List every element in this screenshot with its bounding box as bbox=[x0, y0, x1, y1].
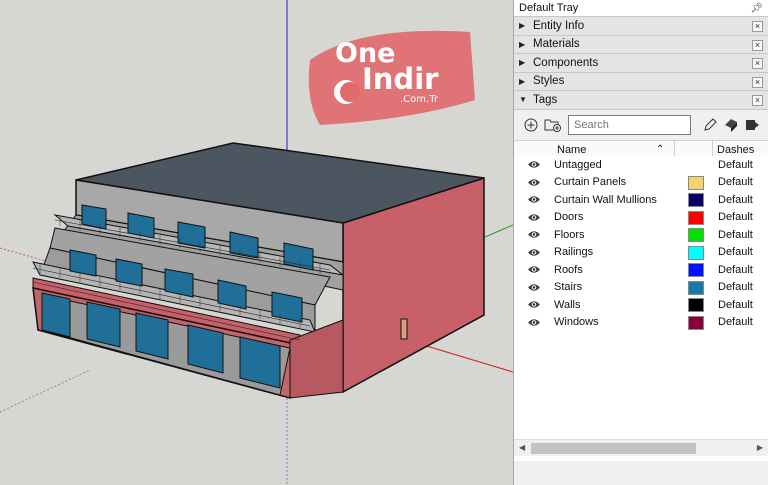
close-icon[interactable]: × bbox=[752, 95, 763, 106]
green-axis-neg bbox=[0, 369, 91, 413]
default-tray: Default Tray 📌︎ ▶ Entity Info × ▶ Materi… bbox=[513, 0, 768, 485]
scroll-left-icon[interactable]: ◀ bbox=[519, 443, 525, 452]
visibility-eye-icon[interactable] bbox=[527, 212, 541, 223]
tag-row[interactable]: Untagged Default bbox=[514, 156, 768, 174]
visibility-eye-icon[interactable] bbox=[527, 159, 541, 170]
tag-color-swatch[interactable] bbox=[688, 245, 704, 260]
visibility-eye-icon[interactable] bbox=[527, 247, 541, 258]
tag-row[interactable]: Windows Default bbox=[514, 314, 768, 332]
collapsed-arrow-icon: ▶ bbox=[519, 21, 526, 31]
scrollbar-thumb[interactable] bbox=[531, 443, 696, 454]
panel-label: Components bbox=[533, 56, 599, 69]
horizontal-scrollbar[interactable]: ◀ ▶ bbox=[514, 439, 768, 456]
tag-name: Curtain Panels bbox=[554, 176, 627, 189]
tag-row[interactable]: Floors Default bbox=[514, 226, 768, 244]
column-dashes-header[interactable]: Dashes bbox=[717, 144, 754, 156]
pin-icon[interactable]: 📌︎ bbox=[750, 3, 763, 14]
tag-row[interactable]: Railings Default bbox=[514, 244, 768, 262]
visibility-eye-icon[interactable] bbox=[527, 194, 541, 205]
tags-list: Untagged Default Curtain Panels Default Curt… bbox=[514, 156, 768, 461]
watermark-logo: One Indir .Com.Tr bbox=[300, 20, 480, 130]
tag-name: Walls bbox=[554, 298, 581, 311]
tag-row[interactable]: Doors Default bbox=[514, 209, 768, 227]
tag-row[interactable]: Curtain Wall Mullions Default bbox=[514, 191, 768, 209]
tag-name: Floors bbox=[554, 228, 585, 241]
collapsed-arrow-icon: ▶ bbox=[519, 76, 526, 86]
tags-toolbar bbox=[514, 110, 768, 140]
tag-color-swatch[interactable] bbox=[688, 193, 704, 207]
tag-dashes[interactable]: Default bbox=[718, 246, 753, 258]
pencil-icon[interactable] bbox=[701, 116, 719, 134]
panel-label: Tags bbox=[533, 93, 558, 106]
watermark-domain: .Com.Tr bbox=[400, 94, 438, 105]
tag-dashes[interactable]: Default bbox=[718, 264, 753, 276]
tag-row[interactable]: Roofs Default bbox=[514, 261, 768, 279]
collapsed-arrow-icon: ▶ bbox=[519, 58, 526, 68]
tag-row[interactable]: Stairs Default bbox=[514, 279, 768, 297]
panel-entity-info[interactable]: ▶ Entity Info × bbox=[514, 17, 768, 36]
tag-name: Doors bbox=[554, 211, 584, 224]
close-icon[interactable]: × bbox=[752, 58, 763, 69]
close-icon[interactable]: × bbox=[752, 21, 763, 32]
tag-dashes[interactable]: Default bbox=[718, 316, 753, 328]
tag-color-swatch[interactable] bbox=[688, 175, 704, 190]
add-tag-folder-icon[interactable] bbox=[544, 116, 562, 134]
tag-name: Windows bbox=[554, 316, 599, 329]
visibility-eye-icon[interactable] bbox=[527, 317, 541, 328]
tag-dashes[interactable]: Default bbox=[718, 281, 753, 293]
green-axis bbox=[484, 224, 513, 238]
column-name-header[interactable]: Name bbox=[557, 144, 586, 156]
panel-tags[interactable]: ▼ Tags × bbox=[514, 91, 768, 110]
visibility-eye-icon[interactable] bbox=[527, 282, 541, 293]
tag-name: Roofs bbox=[554, 263, 583, 276]
tag-row[interactable]: Walls Default bbox=[514, 296, 768, 314]
tag-dashes[interactable]: Default bbox=[718, 194, 753, 206]
tray-title-bar: Default Tray 📌︎ bbox=[514, 0, 768, 17]
tag-dashes[interactable]: Default bbox=[718, 211, 753, 223]
tag-color-swatch[interactable] bbox=[688, 280, 704, 295]
tag-dashes[interactable]: Default bbox=[718, 176, 753, 188]
tag-color-swatch[interactable] bbox=[688, 210, 704, 225]
tag-color-swatch[interactable] bbox=[688, 263, 704, 277]
panel-label: Materials bbox=[533, 38, 580, 51]
panel-label: Styles bbox=[533, 75, 565, 88]
tag-color-swatch[interactable] bbox=[688, 228, 704, 242]
tag-dashes[interactable]: Default bbox=[718, 229, 753, 241]
visibility-eye-icon[interactable] bbox=[527, 264, 541, 275]
tag-name: Untagged bbox=[554, 158, 602, 171]
3d-viewport[interactable]: One Indir .Com.Tr bbox=[0, 0, 513, 485]
search-input[interactable] bbox=[568, 114, 691, 135]
scroll-right-icon[interactable]: ▶ bbox=[757, 443, 763, 452]
close-icon[interactable]: × bbox=[752, 76, 763, 88]
tag-dashes[interactable]: Default bbox=[718, 159, 753, 171]
panel-materials[interactable]: ▶ Materials × bbox=[514, 35, 768, 54]
panel-label: Entity Info bbox=[533, 19, 585, 32]
tag-color-swatch[interactable] bbox=[688, 315, 704, 330]
tag-name: Stairs bbox=[554, 281, 583, 294]
expanded-arrow-icon: ▼ bbox=[519, 95, 527, 105]
tag-name: Railings bbox=[554, 246, 594, 259]
tray-title: Default Tray bbox=[519, 2, 579, 14]
sort-up-icon[interactable]: ⌃ bbox=[656, 144, 664, 155]
collapsed-arrow-icon: ▶ bbox=[519, 39, 526, 49]
close-icon[interactable]: × bbox=[752, 39, 763, 51]
visibility-eye-icon[interactable] bbox=[527, 177, 541, 188]
watermark-word2: Indir bbox=[362, 62, 439, 96]
color-by-tag-icon[interactable] bbox=[722, 116, 740, 134]
details-icon[interactable] bbox=[743, 116, 761, 134]
panel-styles[interactable]: ▶ Styles × bbox=[514, 72, 768, 91]
visibility-eye-icon[interactable] bbox=[527, 229, 541, 240]
visibility-eye-icon[interactable] bbox=[527, 299, 541, 310]
tag-dashes[interactable]: Default bbox=[718, 299, 753, 311]
tag-color-swatch[interactable] bbox=[688, 298, 704, 312]
tag-row[interactable]: Curtain Panels Default bbox=[514, 174, 768, 192]
add-tag-icon[interactable] bbox=[522, 116, 540, 134]
panel-components[interactable]: ▶ Components × bbox=[514, 54, 768, 73]
tag-name: Curtain Wall Mullions bbox=[554, 193, 657, 206]
